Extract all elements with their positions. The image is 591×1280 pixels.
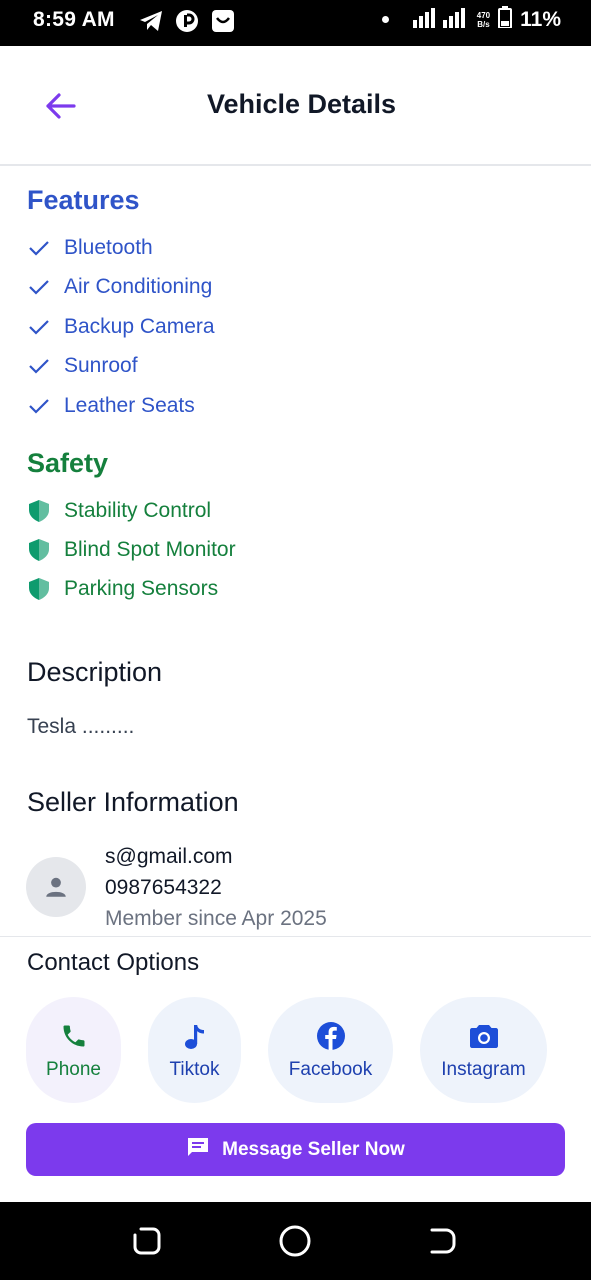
system-nav-bar <box>0 1202 591 1280</box>
notification-dot-icon <box>381 16 389 23</box>
person-icon <box>46 877 66 897</box>
chat-icon <box>186 1136 210 1163</box>
system-indicators: 470 B/s 11% <box>381 6 561 33</box>
notification-icons <box>138 8 236 34</box>
safety-title: Safety <box>27 448 109 478</box>
check-icon <box>27 354 51 378</box>
feature-item: Sunroof <box>27 354 138 378</box>
tiktok-icon <box>183 1019 207 1053</box>
telegram-icon <box>138 8 164 34</box>
phone-button[interactable]: Phone <box>26 997 121 1103</box>
phone-icon <box>60 1019 88 1053</box>
tiktok-button[interactable]: Tiktok <box>148 997 241 1103</box>
shield-icon <box>27 538 51 562</box>
description-title: Description <box>27 657 163 687</box>
contact-options-title: Contact Options <box>27 949 200 976</box>
battery-icon <box>498 6 513 33</box>
check-icon <box>27 275 51 299</box>
feature-item: Backup Camera <box>27 315 215 339</box>
shield-icon <box>27 577 51 601</box>
seller-info-title: Seller Information <box>27 787 239 817</box>
feature-item: Air Conditioning <box>27 275 212 299</box>
phone-label: Phone <box>46 1059 101 1080</box>
instagram-label: Instagram <box>441 1059 526 1080</box>
shop-icon <box>210 8 236 34</box>
battery-percent: 11% <box>520 7 561 31</box>
feature-item: Bluetooth <box>27 236 153 260</box>
check-icon <box>27 394 51 418</box>
status-time: 8:59 AM <box>33 8 115 31</box>
check-icon <box>27 315 51 339</box>
page-title: Vehicle Details <box>206 89 397 119</box>
seller-member-since: Member since Apr 2025 <box>105 907 327 930</box>
app-icon <box>174 8 200 34</box>
status-bar: 8:59 AM 470 B/s 11% <box>0 0 591 46</box>
recents-button[interactable] <box>129 1223 165 1259</box>
seller-phone: 0987654322 <box>105 876 222 899</box>
safety-item: Blind Spot Monitor <box>27 538 236 562</box>
facebook-icon <box>316 1019 346 1053</box>
shield-icon <box>27 499 51 523</box>
message-seller-label: Message Seller Now <box>222 1138 405 1160</box>
message-seller-button[interactable]: Message Seller Now <box>26 1123 565 1176</box>
description-text: Tesla ......... <box>27 715 135 738</box>
safety-item: Stability Control <box>27 499 211 523</box>
back-nav-icon <box>430 1228 456 1254</box>
network-speed: 470 B/s <box>476 10 491 29</box>
facebook-button[interactable]: Facebook <box>268 997 393 1103</box>
recents-icon <box>133 1227 161 1255</box>
avatar <box>26 857 86 917</box>
features-title: Features <box>27 185 140 215</box>
instagram-button[interactable]: Instagram <box>420 997 547 1103</box>
home-circle-icon <box>279 1225 311 1257</box>
seller-email: s@gmail.com <box>105 845 233 868</box>
camera-icon <box>469 1019 499 1053</box>
app-header: Vehicle Details <box>0 46 591 166</box>
tiktok-label: Tiktok <box>169 1059 220 1080</box>
feature-item: Leather Seats <box>27 394 195 418</box>
home-button[interactable] <box>277 1223 313 1259</box>
signal-icon <box>412 6 469 33</box>
safety-item: Parking Sensors <box>27 577 218 601</box>
contact-panel: Contact Options Phone Tiktok Facebook In… <box>0 936 591 1202</box>
check-icon <box>27 236 51 260</box>
facebook-label: Facebook <box>288 1059 373 1080</box>
back-nav-button[interactable] <box>424 1223 460 1259</box>
